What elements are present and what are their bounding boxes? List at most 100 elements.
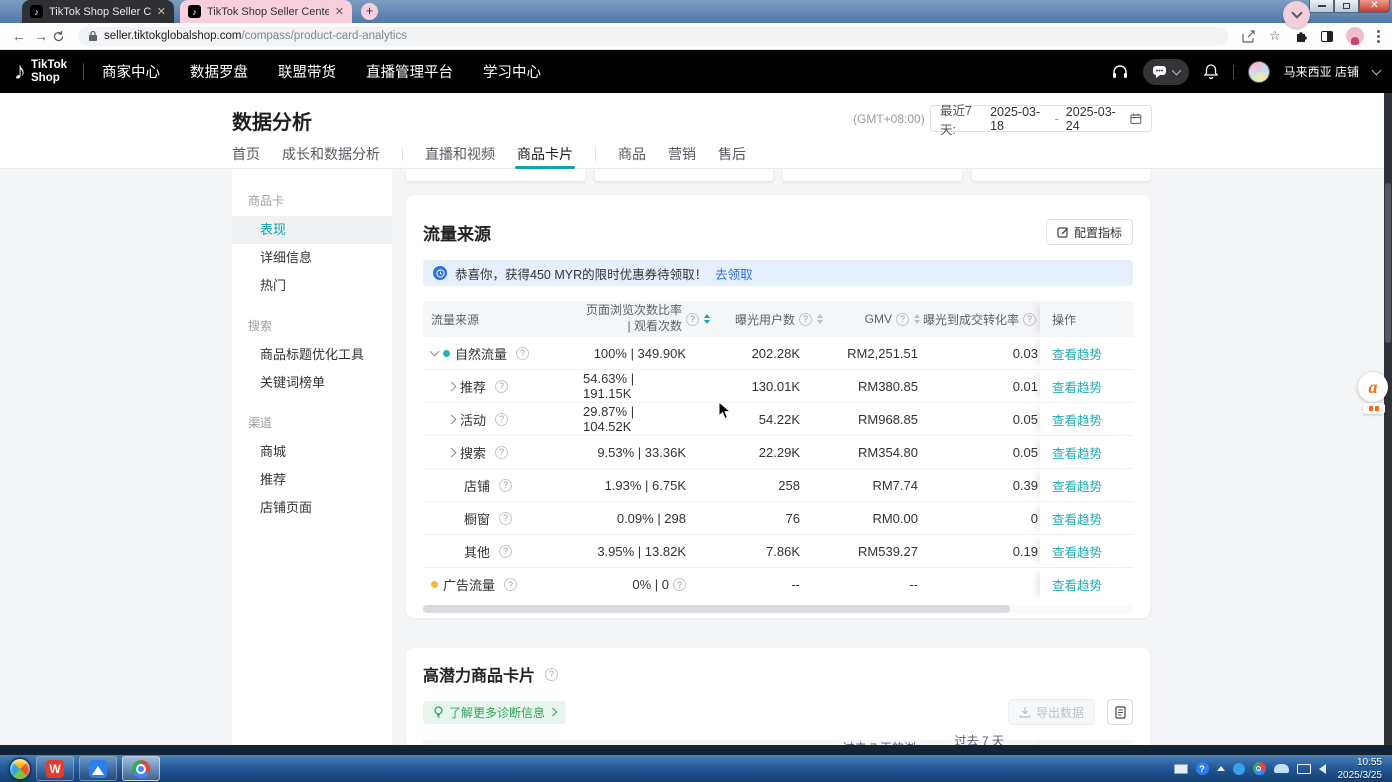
help-icon[interactable]: ? (799, 313, 812, 326)
expand-icon[interactable] (447, 414, 457, 424)
back-button[interactable]: ← (8, 28, 30, 44)
system-tray: ? 10:55 2025/3/25 (1174, 756, 1392, 782)
help-icon[interactable]: ? (686, 313, 699, 326)
nav-item-affiliate[interactable]: 联盟带货 (278, 61, 336, 82)
extensions-puzzle-icon[interactable] (1294, 29, 1308, 43)
nav-item-data-compass[interactable]: 数据罗盘 (190, 61, 248, 82)
sidebar-item-title-optimizer[interactable]: 商品标题优化工具 (232, 341, 392, 369)
help-icon[interactable]: ? (499, 512, 512, 525)
notification-bell-icon[interactable] (1203, 63, 1219, 80)
messages-pill[interactable] (1143, 59, 1189, 85)
scrollbar-thumb[interactable] (1385, 183, 1391, 343)
chrome-tray-icon[interactable] (1253, 762, 1266, 775)
side-panel-icon[interactable] (1321, 31, 1333, 42)
help-icon[interactable]: ? (545, 668, 558, 681)
view-trend-link[interactable]: 查看趋势 (1052, 575, 1102, 594)
sidebar-item-mall[interactable]: 商城 (232, 438, 392, 466)
chevron-down-icon[interactable] (1372, 65, 1382, 75)
configure-metrics-button[interactable]: 配置指标 (1046, 219, 1133, 245)
view-trend-link[interactable]: 查看趋势 (1052, 542, 1102, 561)
help-icon[interactable]: ? (516, 347, 529, 360)
view-trend-link[interactable]: 查看趋势 (1052, 476, 1102, 495)
refresh-button[interactable] (52, 30, 74, 43)
tab-live-video[interactable]: 直播和视频 (425, 144, 495, 164)
start-button[interactable] (9, 758, 31, 780)
help-icon[interactable]: ? (495, 446, 508, 459)
sidebar-item-details[interactable]: 详细信息 (232, 244, 392, 272)
help-icon[interactable]: ? (495, 380, 508, 393)
horizontal-scrollbar[interactable] (423, 605, 1133, 613)
help-icon[interactable]: ? (896, 313, 909, 326)
nav-item-live-manager[interactable]: 直播管理平台 (366, 61, 453, 82)
vertical-scrollbar[interactable] (1384, 93, 1392, 745)
ime-icon[interactable] (1174, 764, 1188, 774)
taskbar-app-blue[interactable] (79, 756, 117, 781)
nav-item-seller-center[interactable]: 商家中心 (102, 61, 160, 82)
restore-button[interactable] (1334, 0, 1359, 13)
browser-menu-icon[interactable] (1377, 30, 1380, 43)
help-icon[interactable]: ? (673, 578, 686, 591)
view-trend-link[interactable]: 查看趋势 (1052, 410, 1102, 429)
diagnosis-info-link[interactable]: 了解更多诊断信息 (423, 701, 566, 724)
help-tray-icon[interactable]: ? (1196, 762, 1209, 775)
tab-growth-analytics[interactable]: 成长和数据分析 (282, 144, 380, 164)
profile-avatar[interactable] (1346, 27, 1364, 45)
shop-avatar[interactable] (1248, 61, 1270, 83)
sidebar-item-hot[interactable]: 热门 (232, 272, 392, 300)
divider (595, 147, 596, 161)
new-tab-button[interactable]: + (361, 3, 378, 20)
tray-app-icon[interactable] (1233, 763, 1245, 775)
tab-close-icon[interactable]: ✕ (335, 5, 344, 18)
cloud-tray-icon[interactable] (1274, 764, 1289, 773)
help-icon[interactable]: ? (1023, 313, 1036, 326)
tray-expand-icon[interactable] (1217, 766, 1225, 771)
address-bar[interactable]: seller.tiktokglobalshop.com/compass/prod… (78, 27, 1228, 46)
view-trend-link[interactable]: 查看趋势 (1052, 377, 1102, 396)
floating-profile-bubble[interactable] (1283, 1, 1310, 28)
expand-icon[interactable] (447, 381, 457, 391)
sidebar-item-shop-page[interactable]: 店铺页面 (232, 494, 392, 522)
view-trend-link[interactable]: 查看趋势 (1052, 344, 1102, 363)
scrollbar-thumb[interactable] (423, 605, 1010, 613)
taskbar-app-wps[interactable]: W (36, 756, 74, 781)
collapse-icon[interactable] (430, 347, 440, 357)
network-display-icon[interactable] (1297, 764, 1311, 774)
expand-icon[interactable] (447, 447, 457, 457)
date-range-picker[interactable]: 最近7天: 2025-03-18 - 2025-03-24 (930, 105, 1152, 132)
browser-tab-2[interactable]: ♪ TikTok Shop Seller Center | Cr ✕ (180, 0, 352, 23)
tab-after-sales[interactable]: 售后 (718, 144, 746, 164)
export-data-button[interactable]: 导出数据 (1008, 699, 1095, 725)
taskbar-clock[interactable]: 10:55 2025/3/25 (1334, 756, 1387, 782)
sidebar-item-keyword-ranking[interactable]: 关键词榜单 (232, 369, 392, 397)
help-icon[interactable]: ? (499, 545, 512, 558)
help-icon[interactable]: ? (499, 479, 512, 492)
bookmark-star-icon[interactable]: ☆ (1269, 28, 1281, 44)
help-icon[interactable]: ? (504, 578, 517, 591)
share-icon[interactable] (1242, 30, 1256, 43)
tab-product-card[interactable]: 商品卡片 (517, 144, 573, 164)
taskbar-app-chrome[interactable] (122, 756, 160, 781)
close-button[interactable]: ✕ (1359, 0, 1390, 13)
tiktok-shop-logo[interactable]: ♪ TikTokShop (14, 59, 67, 83)
tab-close-icon[interactable]: ✕ (157, 5, 166, 18)
volume-icon[interactable] (1319, 764, 1326, 774)
sidebar-item-recommend[interactable]: 推荐 (232, 466, 392, 494)
view-trend-link[interactable]: 查看趋势 (1052, 443, 1102, 462)
promo-float-widget[interactable]: a (1358, 372, 1390, 414)
wps-icon: W (46, 760, 64, 778)
view-trend-link[interactable]: 查看趋势 (1052, 509, 1102, 528)
minimize-button[interactable] (1309, 0, 1334, 13)
nav-item-learning-center[interactable]: 学习中心 (483, 61, 541, 82)
tab-products[interactable]: 商品 (618, 144, 646, 164)
help-icon[interactable]: ? (495, 413, 508, 426)
claim-coupon-link[interactable]: 去领取 (715, 264, 753, 283)
headset-icon[interactable] (1111, 63, 1129, 81)
tab-marketing[interactable]: 营销 (668, 144, 696, 164)
forward-button[interactable]: → (30, 28, 52, 44)
report-list-button[interactable] (1107, 699, 1133, 725)
browser-tab-1[interactable]: ♪ TikTok Shop Seller Center | Cr ✕ (22, 0, 174, 23)
sidebar-item-performance[interactable]: 表现 (232, 216, 392, 244)
table-row: 橱窗? 0.09% | 298 76 RM0.00 0 查看趋势 (423, 502, 1133, 535)
shop-name[interactable]: 马来西亚 店铺 (1284, 63, 1359, 80)
tab-home[interactable]: 首页 (232, 144, 260, 164)
